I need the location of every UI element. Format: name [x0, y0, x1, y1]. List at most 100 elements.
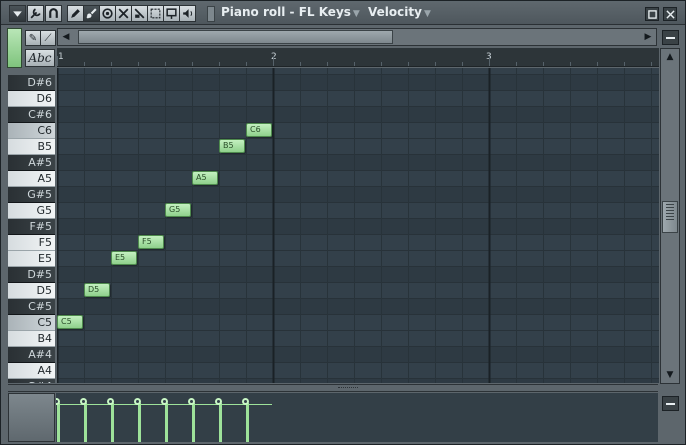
menu-minus-button[interactable]: [662, 30, 679, 45]
note-grid[interactable]: C5 D5 E5 F5 G5 A5 B5 C6: [57, 68, 659, 383]
line-icon: ⟋: [44, 32, 52, 44]
title-handle[interactable]: [207, 6, 215, 22]
piano-key[interactable]: F5: [8, 235, 55, 251]
piano-key[interactable]: C5: [8, 315, 55, 331]
velocity-handle[interactable]: [215, 398, 222, 405]
title-bar[interactable]: Piano roll - FL Keys ▼ Velocity ▼: [1, 1, 685, 25]
scroll-right-icon[interactable]: ▶: [640, 29, 656, 45]
pencil-tool-button[interactable]: ✎: [25, 30, 41, 46]
piano-key[interactable]: C6: [8, 123, 55, 139]
magnet-icon[interactable]: [45, 5, 62, 22]
close-button[interactable]: [663, 7, 677, 21]
velocity-handle[interactable]: [188, 398, 195, 405]
ruler-tick: [111, 62, 112, 66]
note[interactable]: B5: [219, 139, 245, 153]
piano-key[interactable]: G#5: [8, 187, 55, 203]
event-splitter[interactable]: [8, 384, 658, 392]
note[interactable]: C6: [246, 123, 272, 137]
delete-icon[interactable]: [99, 5, 116, 22]
ruler-tick: [354, 62, 355, 66]
maximize-button[interactable]: [645, 7, 659, 21]
timeline-ruler[interactable]: 1 2 3: [57, 48, 659, 67]
wrench-icon[interactable]: [27, 5, 44, 22]
velocity-handle[interactable]: [161, 398, 168, 405]
ruler-tick: [435, 62, 436, 66]
ruler-tick: [462, 62, 463, 66]
target-label[interactable]: Velocity: [368, 5, 422, 19]
velocity-bar[interactable]: [111, 403, 114, 442]
event-menu-button[interactable]: [662, 396, 679, 411]
ruler-tick: [624, 62, 625, 66]
note[interactable]: A5: [192, 171, 218, 185]
piano-keyboard[interactable]: D#6 D6 C#6 C6 B5 A#5 A5 G#5 G5 F#5 F5 E5 D#5 D5 C#5 C5 B…: [8, 75, 55, 383]
scroll-up-icon[interactable]: ▲: [661, 49, 679, 65]
piano-key[interactable]: A5: [8, 171, 55, 187]
speaker-icon[interactable]: [179, 5, 196, 22]
piano-key[interactable]: G5: [8, 203, 55, 219]
velocity-bar[interactable]: [84, 403, 87, 442]
velocity-handle[interactable]: [242, 398, 249, 405]
piano-key[interactable]: A4: [8, 363, 55, 379]
ruler-tick: [246, 62, 247, 66]
velocity-bar[interactable]: [138, 403, 141, 442]
ruler-tick: [597, 62, 598, 66]
velocity-editor[interactable]: [56, 393, 658, 442]
velocity-handle[interactable]: [80, 398, 87, 405]
mute-icon[interactable]: [115, 5, 132, 22]
title-dropdown-icon[interactable]: ▼: [353, 9, 360, 19]
note[interactable]: E5: [111, 251, 137, 265]
line-tool-button[interactable]: ⟋: [40, 30, 56, 46]
ruler-tick: [543, 62, 544, 66]
velocity-bar[interactable]: [165, 403, 168, 442]
note[interactable]: D5: [84, 283, 110, 297]
ruler-tick: [516, 62, 517, 66]
piano-key[interactable]: D#5: [8, 267, 55, 283]
piano-key[interactable]: B4: [8, 331, 55, 347]
piano-key[interactable]: A#4: [8, 347, 55, 363]
note-names-toggle[interactable]: Abc: [25, 49, 55, 67]
piano-key[interactable]: B5: [8, 139, 55, 155]
splitter-grip[interactable]: [338, 387, 358, 389]
ruler-tick: [192, 62, 193, 66]
zoom-icon[interactable]: [163, 5, 180, 22]
paint-brush-icon[interactable]: [83, 5, 100, 22]
piano-key[interactable]: G#4: [8, 379, 55, 383]
velocity-bar[interactable]: [246, 403, 249, 442]
select-icon[interactable]: [147, 5, 164, 22]
window-title[interactable]: Piano roll - FL Keys ▼ Velocity ▼: [221, 5, 435, 19]
piano-key[interactable]: D#6: [8, 75, 55, 91]
event-side-panel: [8, 393, 55, 442]
ruler-tick: [651, 62, 652, 66]
velocity-handle[interactable]: [134, 398, 141, 405]
ruler-tick: [84, 62, 85, 66]
note[interactable]: G5: [165, 203, 191, 217]
menu-arrow-icon[interactable]: [9, 5, 26, 22]
piano-key[interactable]: E5: [8, 251, 55, 267]
draw-pencil-icon[interactable]: [67, 5, 84, 22]
vertical-scroll-thumb[interactable]: [662, 201, 678, 233]
minus-icon: [666, 36, 675, 39]
target-dropdown-icon[interactable]: ▼: [424, 9, 431, 19]
piano-key[interactable]: C#6: [8, 107, 55, 123]
velocity-bar[interactable]: [219, 403, 222, 442]
velocity-bar[interactable]: [192, 403, 195, 442]
velocity-bar[interactable]: [57, 403, 60, 442]
note[interactable]: F5: [138, 235, 164, 249]
minus-icon: [666, 402, 675, 405]
piano-key[interactable]: D6: [8, 91, 55, 107]
velocity-handle[interactable]: [107, 398, 114, 405]
vertical-scrollbar[interactable]: ▲ ▼: [660, 48, 680, 384]
piano-key[interactable]: F#5: [8, 219, 55, 235]
horizontal-scrollbar[interactable]: ◀ ▶: [57, 28, 657, 46]
piano-key[interactable]: C#5: [8, 299, 55, 315]
slice-icon[interactable]: [131, 5, 148, 22]
piano-key[interactable]: D5: [8, 283, 55, 299]
piano-key[interactable]: A#5: [8, 155, 55, 171]
scroll-left-icon[interactable]: ◀: [58, 29, 74, 45]
horizontal-scroll-thumb[interactable]: [78, 30, 393, 44]
ruler-tick: [327, 62, 328, 66]
channel-color-strip[interactable]: [7, 28, 22, 68]
note[interactable]: C5: [57, 315, 83, 329]
grid-lines: [57, 68, 659, 383]
scroll-down-icon[interactable]: ▼: [661, 367, 679, 383]
